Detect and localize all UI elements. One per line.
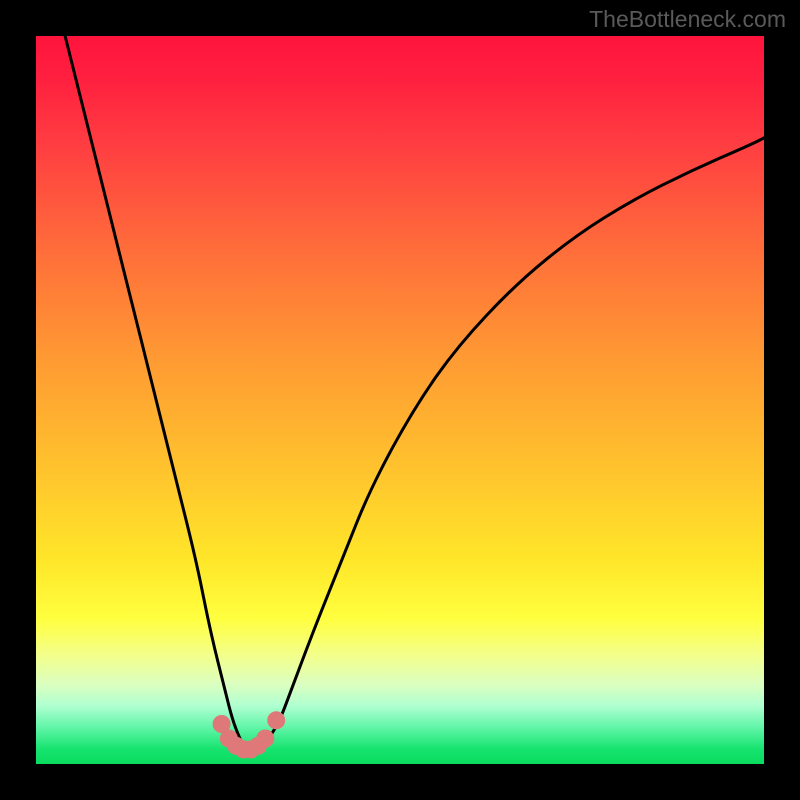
chart-svg [36, 36, 764, 764]
watermark-text: TheBottleneck.com [589, 6, 786, 33]
curve-path [65, 36, 764, 749]
curve-marker [256, 730, 274, 748]
marker-group [213, 711, 286, 758]
curve-marker [267, 711, 285, 729]
chart-frame: TheBottleneck.com [0, 0, 800, 800]
plot-area [36, 36, 764, 764]
